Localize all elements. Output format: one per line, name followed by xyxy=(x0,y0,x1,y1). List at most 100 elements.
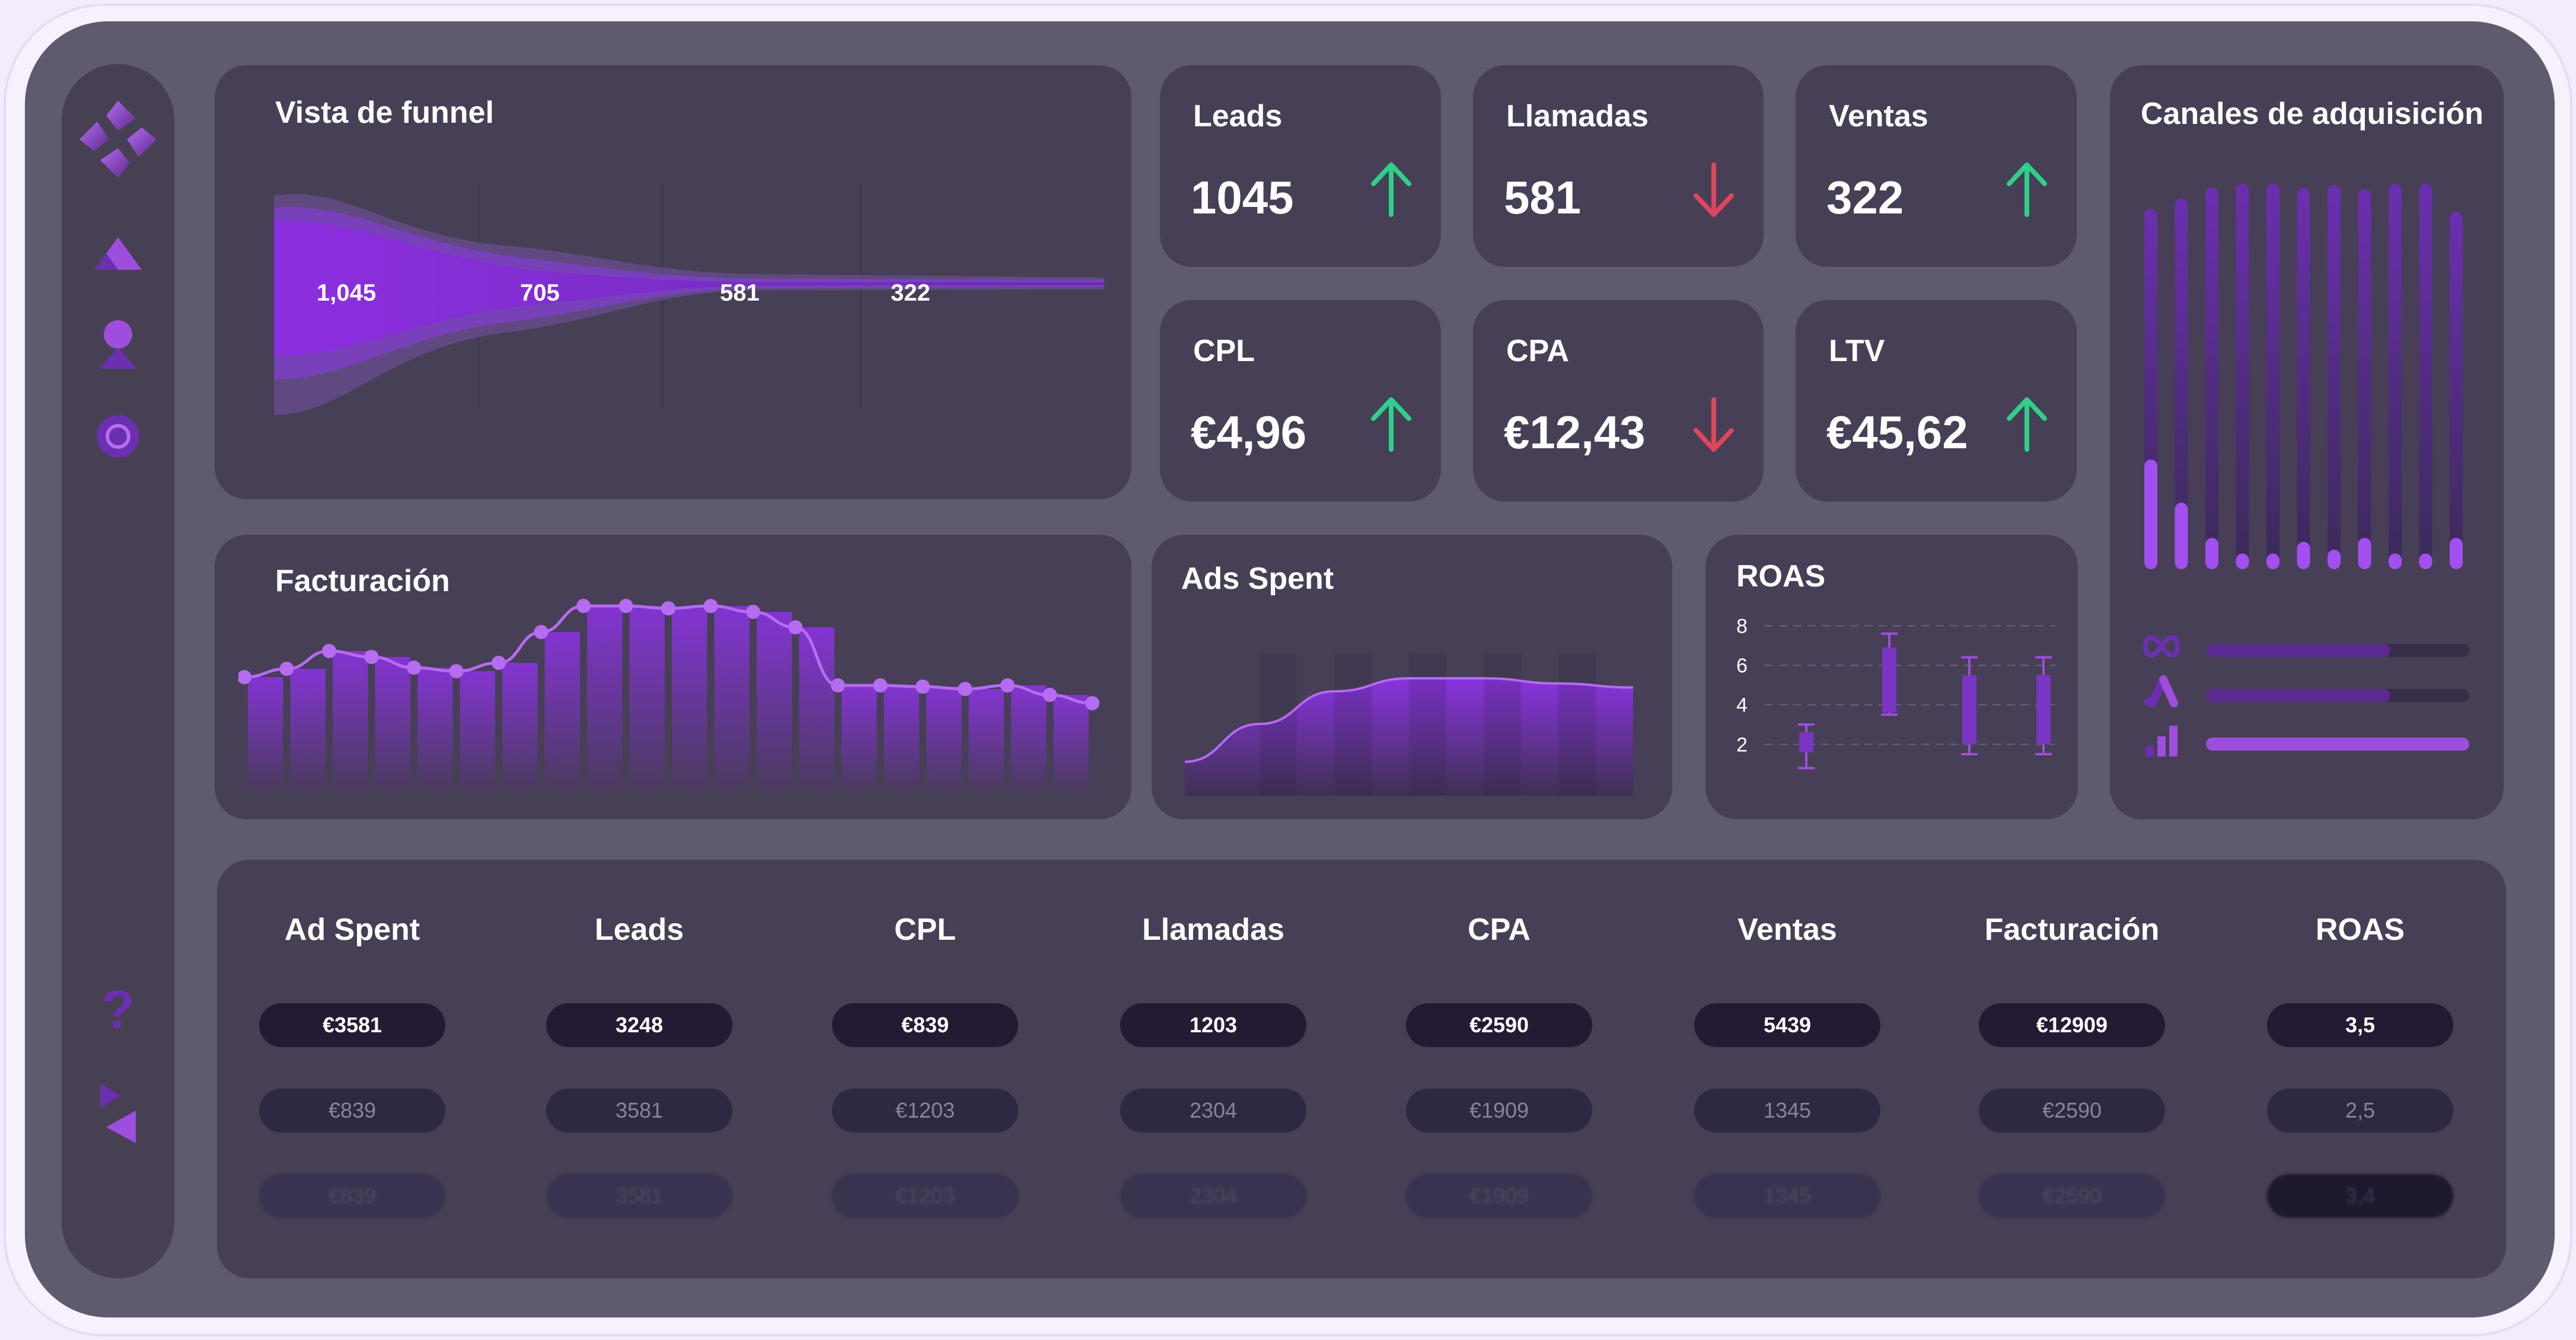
roas-box xyxy=(1962,675,1976,745)
canal-bar-track xyxy=(2236,183,2249,569)
channel-bar-google xyxy=(2206,689,2469,702)
user-icon[interactable] xyxy=(62,312,174,377)
table-cell[interactable]: €2590 xyxy=(1979,1089,2165,1132)
table-cell[interactable]: 2,5 xyxy=(2267,1089,2453,1132)
facturacion-bar xyxy=(629,606,665,790)
google-ads-icon xyxy=(2141,672,2182,711)
help-label: ? xyxy=(101,979,135,1040)
analytics-icon xyxy=(2141,722,2182,761)
facturacion-bar xyxy=(884,685,919,790)
canales-card: Canales de adquisición xyxy=(2110,65,2504,819)
table-cell[interactable]: €1203 xyxy=(832,1174,1018,1218)
table-cell[interactable]: €1909 xyxy=(1406,1089,1592,1132)
canal-bar-track xyxy=(2266,183,2279,569)
kpi-card-cpa[interactable]: CPA €12,43 xyxy=(1473,300,1764,502)
table-cell[interactable]: €1909 xyxy=(1406,1174,1592,1218)
table-cell[interactable]: 5439 xyxy=(1694,1003,1880,1047)
logo-icon[interactable] xyxy=(62,95,174,184)
facturacion-bar xyxy=(1053,695,1089,790)
ads-spent-band xyxy=(1484,653,1521,796)
facturacion-point xyxy=(746,605,760,619)
table-cell[interactable]: 2304 xyxy=(1120,1089,1306,1132)
table-cell[interactable]: €12909 xyxy=(1979,1003,2165,1047)
facturacion-bar xyxy=(375,657,410,790)
sidebar: ? xyxy=(62,64,174,1278)
table-cell[interactable]: €839 xyxy=(832,1003,1018,1047)
canal-bar xyxy=(2205,538,2218,569)
table-cell[interactable]: 3248 xyxy=(546,1003,732,1047)
facturacion-point xyxy=(916,679,930,694)
triangle-icon[interactable] xyxy=(62,225,174,285)
roas-box xyxy=(1882,647,1896,713)
arrow-up-icon xyxy=(2007,397,2047,452)
table-cell[interactable]: €3581 xyxy=(259,1003,445,1047)
funnel-title: Vista de funnel xyxy=(275,95,494,130)
canal-bar xyxy=(2236,553,2249,569)
channel-bar-analytics xyxy=(2206,738,2469,751)
facturacion-point xyxy=(831,678,845,693)
kpi-card-leads[interactable]: Leads 1045 xyxy=(1160,65,1441,267)
table-cell[interactable]: 2304 xyxy=(1120,1174,1306,1218)
table-cell[interactable]: 3,5 xyxy=(2267,1003,2453,1047)
arrow-down-icon xyxy=(1694,397,1734,452)
kpi-label: CPL xyxy=(1193,334,1255,368)
table-header[interactable]: Llamadas xyxy=(1118,912,1308,947)
ads-spent-card: Ads Spent xyxy=(1152,535,1672,819)
facturacion-point xyxy=(322,644,336,658)
facturacion-point xyxy=(449,664,464,678)
canales-title: Canales de adquisición xyxy=(2141,97,2483,131)
facturacion-point xyxy=(1042,688,1057,702)
kpi-label: Leads xyxy=(1193,99,1283,133)
facturacion-bar xyxy=(502,663,538,790)
table-cell[interactable]: 3581 xyxy=(546,1174,732,1218)
canal-bar xyxy=(2358,538,2371,569)
table-cell[interactable]: 3581 xyxy=(546,1089,732,1132)
table-header[interactable]: Facturación xyxy=(1977,912,2167,947)
arrow-up-icon xyxy=(1371,162,1411,217)
kpi-card-llamadas[interactable]: Llamadas 581 xyxy=(1473,65,1764,267)
table-header[interactable]: Ad Spent xyxy=(257,912,447,947)
table-cell[interactable]: 1345 xyxy=(1694,1174,1880,1218)
kpi-label: Llamadas xyxy=(1506,99,1649,133)
funnel-card: Vista de funnel 1,045 705 581 322 xyxy=(215,65,1131,499)
collapse-icon[interactable] xyxy=(62,1072,174,1155)
facturacion-point xyxy=(619,599,633,613)
roas-box xyxy=(2036,675,2051,745)
roas-tick-label: 4 xyxy=(1736,694,1748,717)
table-cell[interactable]: 3,4 xyxy=(2267,1174,2453,1218)
circle-target-icon[interactable] xyxy=(62,407,174,466)
table-cell[interactable]: €2590 xyxy=(1406,1003,1592,1047)
table-header[interactable]: Ventas xyxy=(1692,912,1882,947)
canal-bar xyxy=(2175,502,2188,569)
facturacion-bar xyxy=(968,689,1004,790)
kpi-card-ltv[interactable]: LTV €45,62 xyxy=(1796,300,2077,502)
table-cell[interactable]: 1203 xyxy=(1120,1003,1306,1047)
table-header[interactable]: ROAS xyxy=(2265,912,2455,947)
facturacion-bar xyxy=(460,671,495,790)
ads-spent-band xyxy=(1558,653,1596,796)
kpi-card-cpl[interactable]: CPL €4,96 xyxy=(1160,300,1441,502)
kpi-label: CPA xyxy=(1506,334,1569,368)
facturacion-point xyxy=(958,682,973,696)
table-cell[interactable]: €2590 xyxy=(1979,1174,2165,1218)
help-icon[interactable]: ? xyxy=(62,977,174,1042)
table-cell[interactable]: €839 xyxy=(259,1174,445,1218)
facturacion-bar xyxy=(757,612,792,790)
arrow-down-icon xyxy=(1694,162,1734,217)
table-cell[interactable]: 1345 xyxy=(1694,1089,1880,1132)
table-header[interactable]: CPA xyxy=(1404,912,1594,947)
ads-spent-band xyxy=(1409,653,1446,796)
canal-bar xyxy=(2266,553,2279,569)
table-cell[interactable]: €1203 xyxy=(832,1089,1018,1132)
facturacion-bar xyxy=(544,632,580,790)
canal-bar xyxy=(2450,538,2463,569)
facturacion-bar xyxy=(799,627,834,790)
kpi-value: 1045 xyxy=(1191,171,1294,224)
table-cell[interactable]: €839 xyxy=(259,1089,445,1132)
canal-bar xyxy=(2297,541,2310,569)
facturacion-bar xyxy=(587,606,623,790)
table-header[interactable]: CPL xyxy=(830,912,1020,947)
table-header[interactable]: Leads xyxy=(544,912,734,947)
canal-bar-track xyxy=(2419,183,2432,569)
kpi-card-ventas[interactable]: Ventas 322 xyxy=(1796,65,2077,267)
